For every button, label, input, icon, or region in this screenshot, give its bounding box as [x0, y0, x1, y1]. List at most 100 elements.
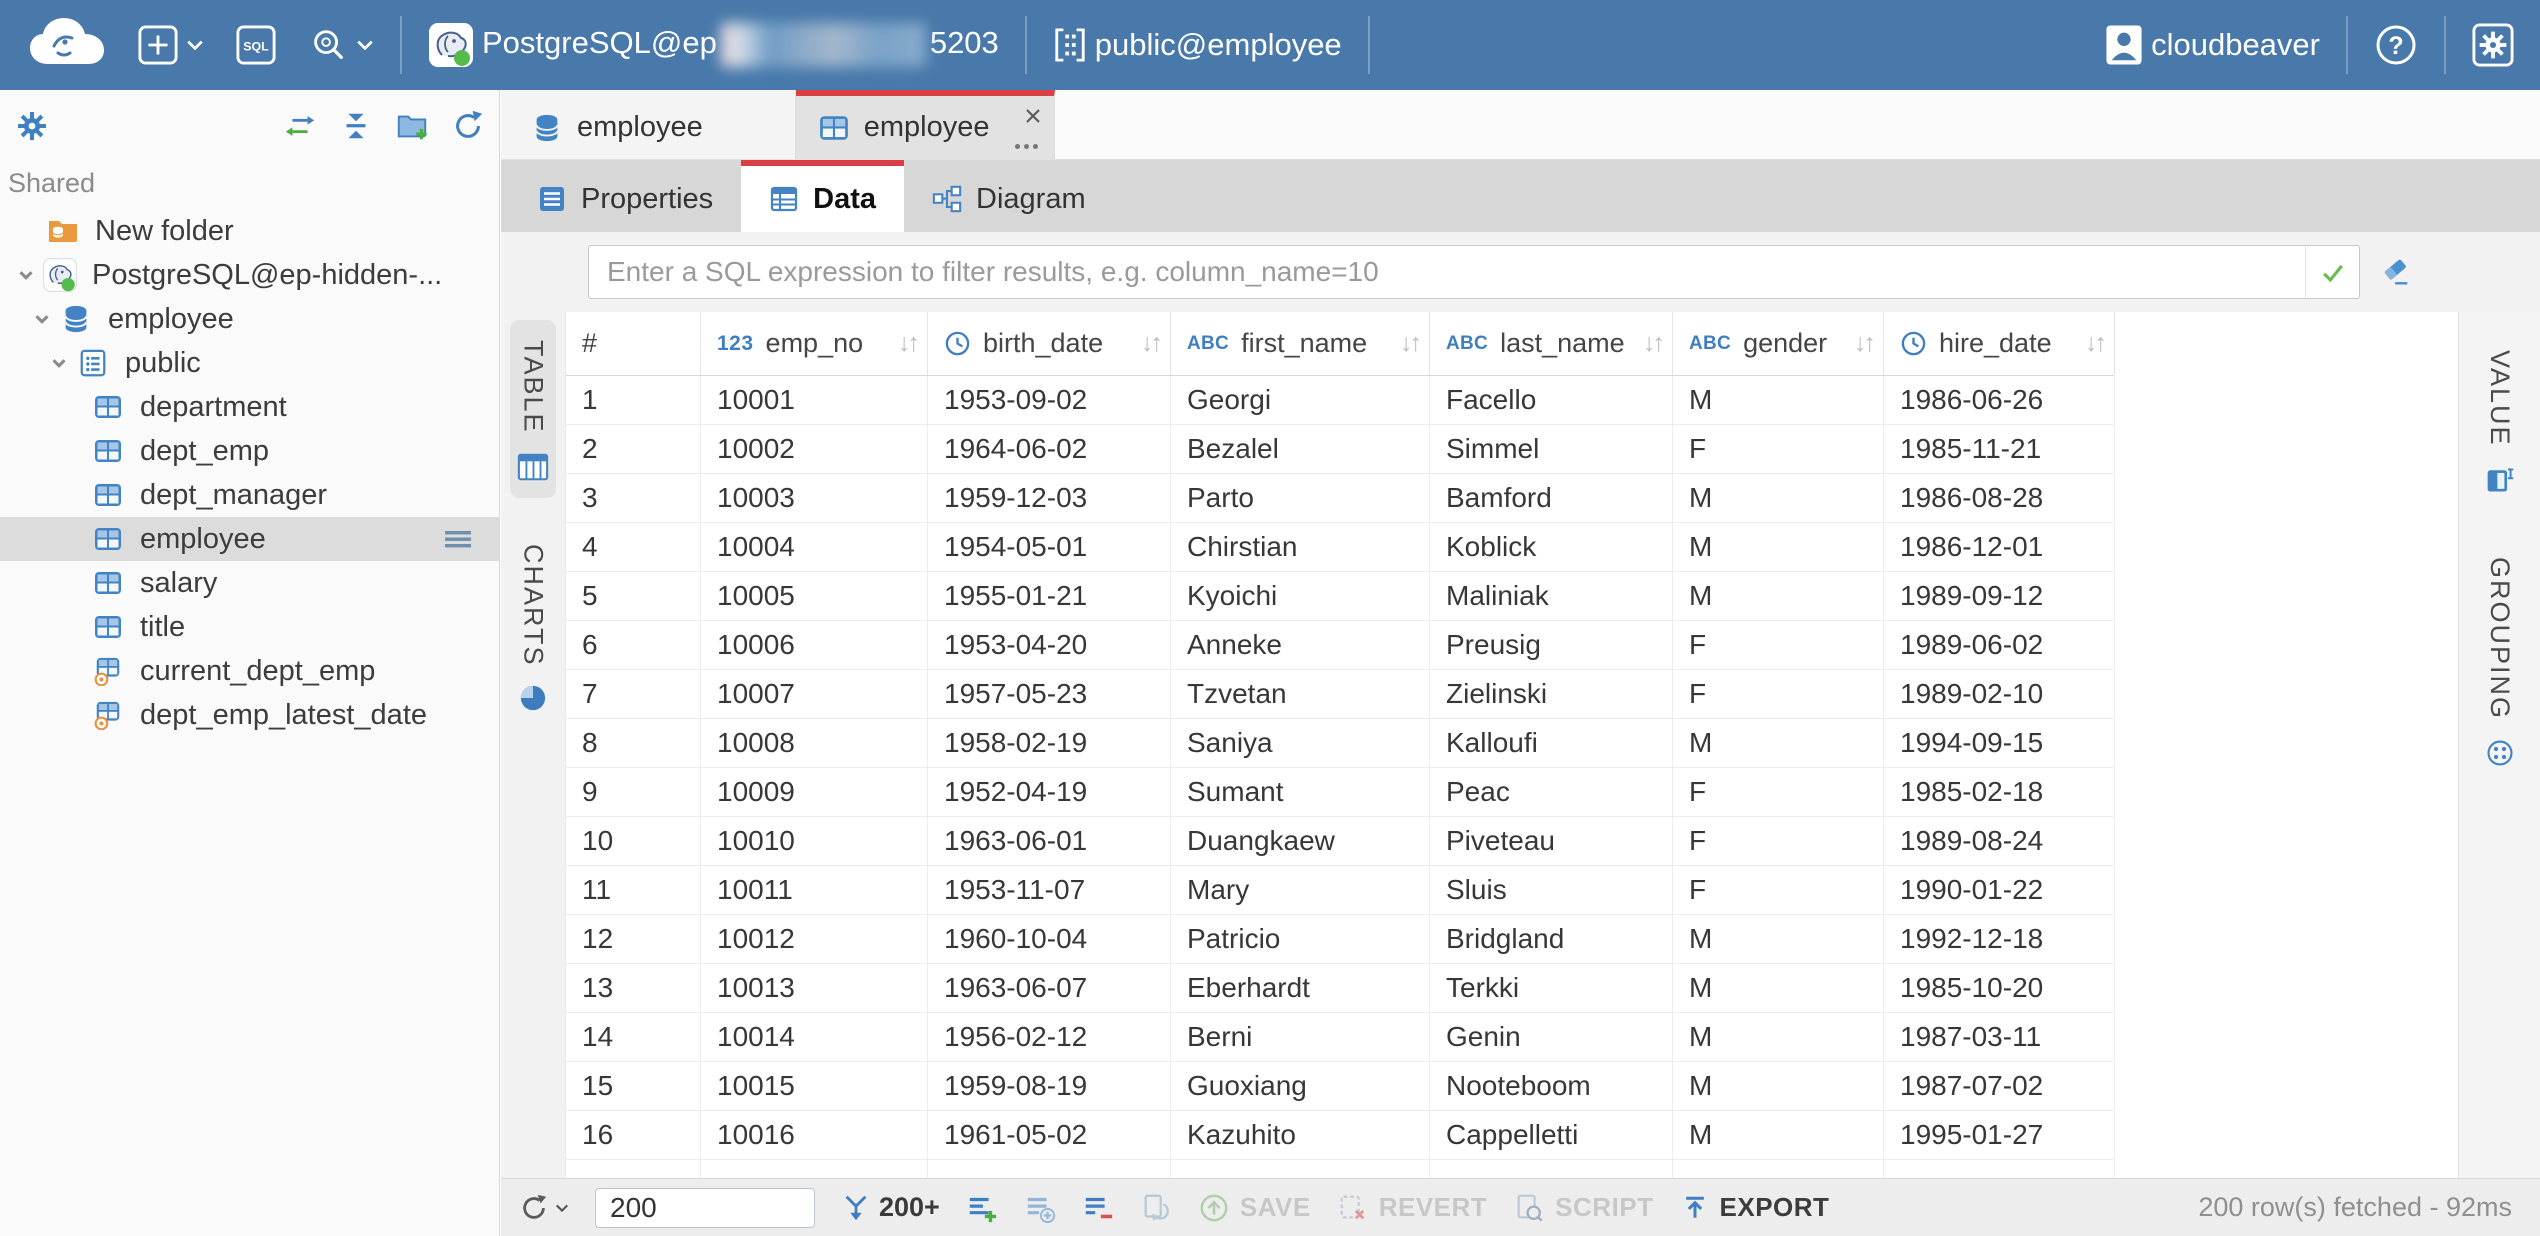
cell-first-name[interactable]: Saniya: [1171, 719, 1430, 767]
sort-arrows-icon[interactable]: ↓↑: [1643, 329, 1662, 358]
cell-hire-date[interactable]: 1987-03-11: [1884, 1013, 2115, 1061]
table-row[interactable]: 9 10009 1952-04-19 Sumant Peac F 1985-02…: [566, 768, 2114, 817]
revert-button[interactable]: REVERT: [1337, 1192, 1487, 1224]
table-row[interactable]: 15 10015 1959-08-19 Guoxiang Nooteboom M…: [566, 1062, 2114, 1111]
sort-arrows-icon[interactable]: ↓↑: [898, 329, 917, 358]
cell-hire-date[interactable]: 1989-08-24: [1884, 817, 2115, 865]
save-button[interactable]: SAVE: [1198, 1192, 1311, 1224]
cell-last-name[interactable]: Koblick: [1430, 523, 1673, 571]
cell-birth-date[interactable]: 1953-04-20: [928, 621, 1171, 669]
cell-last-name[interactable]: Bridgland: [1430, 915, 1673, 963]
cell-birth-date[interactable]: 1961-05-02: [928, 1111, 1171, 1159]
cell-emp-no[interactable]: 10014: [701, 1013, 928, 1061]
cell-birth-date[interactable]: 1959-08-19: [928, 1062, 1171, 1110]
cell-emp-no[interactable]: 10005: [701, 572, 928, 620]
cell-hire-date[interactable]: 1994-09-15: [1884, 719, 2115, 767]
cell-gender[interactable]: M: [1673, 376, 1884, 424]
close-icon[interactable]: [1022, 102, 1044, 135]
cell-hire-date[interactable]: 1990-01-22: [1884, 866, 2115, 914]
item-menu-icon[interactable]: [443, 527, 473, 551]
cell-last-name[interactable]: Cappelletti: [1430, 1111, 1673, 1159]
tab-value-panel[interactable]: VALUE: [2477, 330, 2522, 511]
link-with-editor-icon[interactable]: [283, 109, 317, 143]
add-row-button[interactable]: [966, 1192, 998, 1224]
table-row[interactable]: 13 10013 1963-06-07 Eberhardt Terkki M 1…: [566, 964, 2114, 1013]
cell-emp-no[interactable]: 10012: [701, 915, 928, 963]
export-button[interactable]: EXPORT: [1680, 1192, 1830, 1223]
cell-last-name[interactable]: Piveteau: [1430, 817, 1673, 865]
tree-item-view-dept-emp-latest-date[interactable]: dept_emp_latest_date: [0, 693, 499, 737]
cell-first-name[interactable]: Tzvetan: [1171, 670, 1430, 718]
cell-first-name[interactable]: Parto: [1171, 474, 1430, 522]
cell-hire-date[interactable]: 1989-06-02: [1884, 621, 2115, 669]
settings-button[interactable]: [2456, 0, 2540, 90]
column-header-birth-date[interactable]: birth_date ↓↑: [928, 312, 1171, 375]
cell-gender[interactable]: M: [1673, 1013, 1884, 1061]
cell-gender[interactable]: F: [1673, 817, 1884, 865]
cell-hire-date[interactable]: 1989-02-10: [1884, 670, 2115, 718]
tree-item-table-dept-emp[interactable]: dept_emp: [0, 429, 499, 473]
cell-rownum[interactable]: 9: [566, 768, 701, 816]
cell-emp-no[interactable]: 10007: [701, 670, 928, 718]
cell-emp-no[interactable]: 10002: [701, 425, 928, 473]
cell-rownum[interactable]: 13: [566, 964, 701, 1012]
cell-rownum[interactable]: 5: [566, 572, 701, 620]
cell-gender[interactable]: M: [1673, 964, 1884, 1012]
tab-diagram[interactable]: Diagram: [904, 160, 1114, 232]
tree-item-table-department[interactable]: department: [0, 385, 499, 429]
cell-hire-date[interactable]: 1989-09-12: [1884, 572, 2115, 620]
cell-rownum[interactable]: 11: [566, 866, 701, 914]
driver-manager-button[interactable]: [292, 0, 390, 90]
cell-rownum[interactable]: 7: [566, 670, 701, 718]
tree-item-view-current-dept-emp[interactable]: current_dept_emp: [0, 649, 499, 693]
tab-menu-dots-icon[interactable]: [1015, 144, 1020, 149]
cell-gender[interactable]: M: [1673, 915, 1884, 963]
chevron-down-icon[interactable]: [26, 308, 58, 330]
cell-birth-date[interactable]: 1963-06-01: [928, 817, 1171, 865]
cell-birth-date[interactable]: 1953-09-02: [928, 376, 1171, 424]
navigator-settings-gear-icon[interactable]: [14, 108, 50, 144]
cell-last-name[interactable]: Terkki: [1430, 964, 1673, 1012]
cell-birth-date[interactable]: 1955-01-21: [928, 572, 1171, 620]
cell-first-name[interactable]: Eberhardt: [1171, 964, 1430, 1012]
sort-arrows-icon[interactable]: ↓↑: [1141, 329, 1160, 358]
cell-gender[interactable]: M: [1673, 1111, 1884, 1159]
cell-emp-no[interactable]: 10016: [701, 1111, 928, 1159]
sort-arrows-icon[interactable]: ↓↑: [1854, 329, 1873, 358]
cell-birth-date[interactable]: 1952-04-19: [928, 768, 1171, 816]
cell-emp-no[interactable]: 10006: [701, 621, 928, 669]
cell-gender[interactable]: M: [1673, 474, 1884, 522]
tree-item-schema-public[interactable]: public: [0, 341, 499, 385]
cell-first-name[interactable]: Sumant: [1171, 768, 1430, 816]
column-header-first-name[interactable]: ABC first_name ↓↑: [1171, 312, 1430, 375]
table-row[interactable]: 11 10011 1953-11-07 Mary Sluis F 1990-01…: [566, 866, 2114, 915]
cell-emp-no[interactable]: 10015: [701, 1062, 928, 1110]
cell-rownum[interactable]: 4: [566, 523, 701, 571]
tab-properties[interactable]: Properties: [509, 160, 741, 232]
script-button[interactable]: SCRIPT: [1513, 1192, 1653, 1224]
table-row[interactable]: 16 10016 1961-05-02 Kazuhito Cappelletti…: [566, 1111, 2114, 1160]
fetch-size-input[interactable]: [595, 1188, 815, 1228]
cell-birth-date[interactable]: 1957-05-23: [928, 670, 1171, 718]
tree-item-database-employee[interactable]: employee: [0, 297, 499, 341]
table-row[interactable]: 4 10004 1954-05-01 Chirstian Koblick M 1…: [566, 523, 2114, 572]
apply-filter-button[interactable]: [2305, 246, 2359, 298]
cell-hire-date[interactable]: 1987-07-02: [1884, 1062, 2115, 1110]
cell-emp-no[interactable]: 10009: [701, 768, 928, 816]
tree-item-table-dept-manager[interactable]: dept_manager: [0, 473, 499, 517]
cell-rownum[interactable]: 14: [566, 1013, 701, 1061]
cell-last-name[interactable]: Zielinski: [1430, 670, 1673, 718]
sql-filter-input[interactable]: [589, 256, 2305, 288]
cell-last-name[interactable]: Genin: [1430, 1013, 1673, 1061]
cell-last-name[interactable]: Simmel: [1430, 425, 1673, 473]
cell-first-name[interactable]: Bezalel: [1171, 425, 1430, 473]
refresh-icon[interactable]: [451, 109, 485, 143]
tree-item-table-salary[interactable]: salary: [0, 561, 499, 605]
tree-item-table-employee-selected[interactable]: employee: [0, 517, 499, 561]
cell-hire-date[interactable]: 1985-02-18: [1884, 768, 2115, 816]
cell-first-name[interactable]: Anneke: [1171, 621, 1430, 669]
cell-birth-date[interactable]: 1964-06-02: [928, 425, 1171, 473]
schema-selector[interactable]: public@employee: [1037, 0, 1358, 90]
sql-editor-button[interactable]: SQL: [220, 0, 292, 90]
cell-hire-date[interactable]: 1985-10-20: [1884, 964, 2115, 1012]
